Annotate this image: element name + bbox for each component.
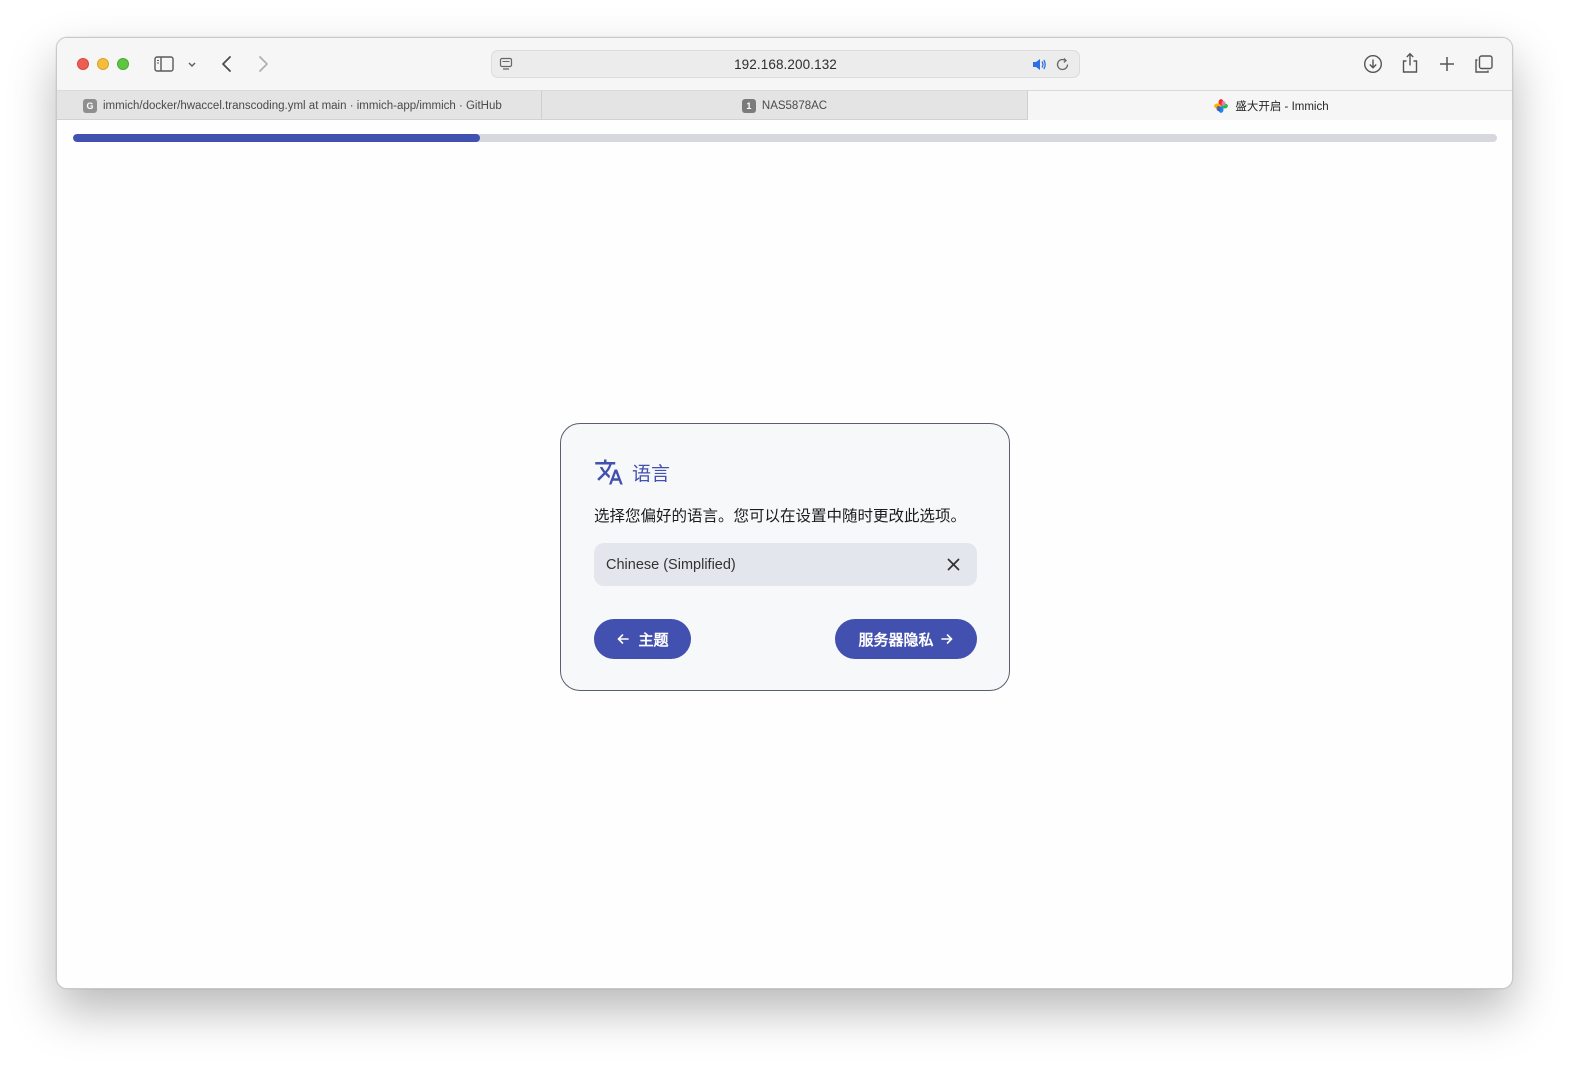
tab-immich[interactable]: 盛大开启 - Immich <box>1028 91 1512 121</box>
tab-label: 盛大开启 - Immich <box>1235 101 1329 113</box>
tab-overview-icon[interactable] <box>1473 53 1495 75</box>
minimize-window-button[interactable] <box>97 58 109 70</box>
tab-nas[interactable]: 1 NAS5878AC <box>542 91 1028 120</box>
browser-toolbar: 192.168.200.132 <box>57 38 1512 90</box>
next-server-privacy-button[interactable]: 服务器隐私 <box>835 619 977 659</box>
close-icon[interactable] <box>946 557 961 572</box>
address-bar[interactable]: 192.168.200.132 <box>491 50 1080 78</box>
nas-favicon-icon: 1 <box>741 98 756 113</box>
github-favicon-icon: G <box>83 98 97 113</box>
reload-icon[interactable] <box>1055 57 1070 72</box>
plus-icon[interactable] <box>1436 53 1458 75</box>
tab-label: immich/docker/hwaccel.transcoding.yml at… <box>103 99 502 112</box>
language-select[interactable]: Chinese (Simplified) <box>594 543 977 586</box>
close-window-button[interactable] <box>77 58 89 70</box>
tab-label: NAS5878AC <box>761 99 828 112</box>
onboarding-progress-fill <box>73 134 481 142</box>
address-text: 192.168.200.132 <box>734 56 837 72</box>
language-card: 语言 选择您偏好的语言。您可以在设置中随时更改此选项。 Chinese (Sim… <box>560 423 1010 691</box>
card-header: 语言 <box>594 457 670 487</box>
card-description: 选择您偏好的语言。您可以在设置中随时更改此选项。 <box>594 508 967 525</box>
arrow-right-icon <box>940 634 952 644</box>
forward-icon[interactable] <box>253 54 273 74</box>
sidebar-toggle-icon[interactable] <box>153 55 175 73</box>
share-icon[interactable] <box>1400 51 1420 75</box>
download-icon[interactable] <box>1362 53 1384 75</box>
page-settings-icon[interactable] <box>499 57 513 71</box>
back-theme-button[interactable]: 主题 <box>594 619 691 659</box>
back-button-label: 主题 <box>638 631 669 649</box>
page-content: 语言 选择您偏好的语言。您可以在设置中随时更改此选项。 Chinese (Sim… <box>57 120 1512 988</box>
arrow-left-icon <box>618 634 630 644</box>
onboarding-progress-bar <box>73 134 1497 142</box>
chevron-down-icon[interactable] <box>185 58 199 72</box>
browser-window: 192.168.200.132 G immich/docker/hwaccel.… <box>56 37 1513 989</box>
card-title: 语言 <box>632 463 671 485</box>
language-select-value: Chinese (Simplified) <box>606 556 736 573</box>
maximize-window-button[interactable] <box>117 58 129 70</box>
immich-logo-icon <box>1213 98 1229 114</box>
next-button-label: 服务器隐私 <box>858 631 934 649</box>
back-icon[interactable] <box>217 54 237 74</box>
tab-github[interactable]: G immich/docker/hwaccel.transcoding.yml … <box>57 91 542 120</box>
speaker-icon[interactable] <box>1031 57 1047 72</box>
tab-bar: G immich/docker/hwaccel.transcoding.yml … <box>57 90 1512 121</box>
translate-icon <box>594 457 624 487</box>
